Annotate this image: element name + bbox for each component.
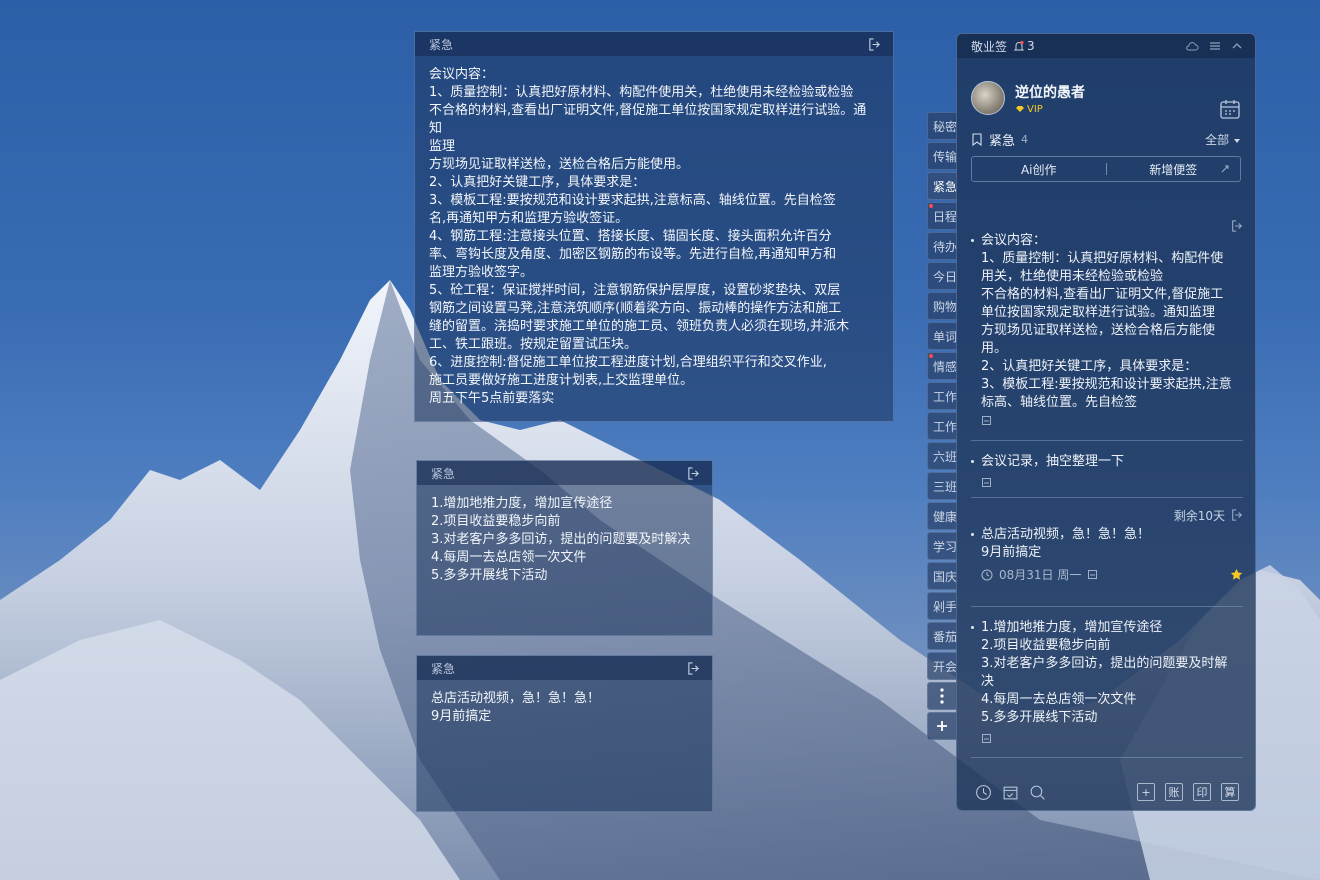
tab-5[interactable]: 今日 bbox=[927, 262, 957, 290]
tab-18[interactable]: 开会 bbox=[927, 652, 957, 680]
group-header: 紧急 4 全部 bbox=[957, 128, 1255, 150]
plus-icon[interactable] bbox=[927, 712, 957, 740]
note-content[interactable]: 会议内容： 1、质量控制：认真把好原材料、构配件使用关，杜绝使用未经检验或检验 … bbox=[415, 56, 893, 418]
menu-icon[interactable] bbox=[1209, 40, 1221, 52]
exit-icon[interactable] bbox=[1231, 220, 1243, 232]
avatar[interactable] bbox=[971, 81, 1005, 115]
exit-icon[interactable] bbox=[687, 661, 700, 675]
group-count: 4 bbox=[1021, 132, 1029, 146]
tab-13[interactable]: 健康 bbox=[927, 502, 957, 530]
remaining-days: 剩余10天 bbox=[1173, 508, 1225, 523]
doc-icon[interactable] bbox=[981, 733, 992, 744]
caret-down-icon bbox=[1234, 138, 1240, 143]
exit-icon[interactable] bbox=[687, 466, 700, 480]
vip-badge[interactable]: VIP bbox=[1015, 104, 1085, 115]
username[interactable]: 逆位的愚者 bbox=[1015, 82, 1085, 102]
category-tabs: 秘密 传输 紧急 日程 待办 今日 购物 单词 情感 工作 工作 六班 三班 健康 学习 国庆 剁手 番茄 开会 bbox=[927, 112, 957, 742]
clock-icon bbox=[981, 569, 993, 580]
tab-11[interactable]: 六班 bbox=[927, 442, 957, 470]
notification-count: 3 bbox=[1027, 39, 1035, 53]
app-panel: 敬业签 3 逆位的愚者 VIP 紧急 4 全部 Ai创作 新增便签 会议内容： … bbox=[956, 33, 1256, 811]
note-content[interactable]: 1.增加地推力度，增加宣传途径 2.项目收益要稳步向前 3.对老客户多多回访，提… bbox=[417, 485, 712, 595]
tab-4[interactable]: 待办 bbox=[927, 232, 957, 260]
note-category: 紧急 bbox=[431, 466, 456, 481]
note-header[interactable]: 紧急 bbox=[415, 32, 893, 56]
sticky-note[interactable]: 紧急 1.增加地推力度，增加宣传途径 2.项目收益要稳步向前 3.对老客户多多回… bbox=[416, 460, 713, 636]
search-icon[interactable] bbox=[1029, 784, 1046, 801]
note-category: 紧急 bbox=[429, 37, 454, 52]
note-header[interactable]: 紧急 bbox=[417, 461, 712, 485]
note-header[interactable]: 紧急 bbox=[417, 656, 712, 680]
item-text: 会议记录，抽空整理一下 bbox=[971, 453, 1243, 471]
action-bar: Ai创作 新增便签 bbox=[971, 156, 1241, 182]
exit-icon[interactable] bbox=[1231, 509, 1243, 521]
note-category: 紧急 bbox=[431, 661, 456, 676]
notification-button[interactable]: 3 bbox=[1013, 39, 1035, 53]
calendar-icon[interactable] bbox=[1219, 98, 1241, 120]
footer-tool-2[interactable]: 印 bbox=[1193, 783, 1211, 801]
item-text: 会议内容： 1、质量控制：认真把好原材料、构配件使 用关，杜绝使用未经检验或检验… bbox=[971, 232, 1243, 407]
exit-icon[interactable] bbox=[868, 37, 881, 51]
title-bar[interactable]: 敬业签 3 bbox=[957, 34, 1255, 58]
doc-icon[interactable] bbox=[981, 415, 992, 426]
list-item[interactable]: 剩余10天 总店活动视频，急！急！急！ 9月前搞定 08月31日 周一 bbox=[957, 498, 1255, 606]
group-name[interactable]: 紧急 bbox=[989, 130, 1015, 149]
cloud-sync-icon[interactable] bbox=[1185, 40, 1199, 52]
tab-6[interactable]: 购物 bbox=[927, 292, 957, 320]
note-list: 会议内容： 1、质量控制：认真把好原材料、构配件使 用关，杜绝使用未经检验或检验… bbox=[957, 220, 1255, 758]
tab-9[interactable]: 工作 bbox=[927, 382, 957, 410]
collapse-icon[interactable] bbox=[1231, 40, 1243, 52]
tab-14[interactable]: 学习 bbox=[927, 532, 957, 560]
diamond-icon bbox=[1016, 106, 1024, 112]
app-name: 敬业签 bbox=[971, 39, 1008, 54]
star-icon[interactable] bbox=[1230, 568, 1243, 581]
more-vertical-icon[interactable] bbox=[927, 682, 957, 710]
tab-16[interactable]: 剁手 bbox=[927, 592, 957, 620]
tab-10[interactable]: 工作 bbox=[927, 412, 957, 440]
divider bbox=[971, 757, 1243, 758]
footer-tool-1[interactable]: 账 bbox=[1165, 783, 1183, 801]
new-note-label: 新增便签 bbox=[1149, 162, 1198, 177]
bell-icon bbox=[1013, 40, 1025, 51]
tab-8[interactable]: 情感 bbox=[927, 352, 957, 380]
sticky-note[interactable]: 紧急 总店活动视频，急！急！急！ 9月前搞定 bbox=[416, 655, 713, 812]
clock-icon[interactable] bbox=[975, 784, 992, 801]
footer-tool-3[interactable]: 算 bbox=[1221, 783, 1239, 801]
tab-0[interactable]: 秘密 bbox=[927, 112, 957, 140]
tab-1[interactable]: 传输 bbox=[927, 142, 957, 170]
user-header: 逆位的愚者 VIP bbox=[957, 58, 1255, 128]
item-text: 1.增加地推力度，增加宣传途径 2.项目收益要稳步向前 3.对老客户多多回访，提… bbox=[971, 619, 1243, 727]
item-date: 08月31日 周一 bbox=[999, 568, 1082, 582]
note-content[interactable]: 总店活动视频，急！急！急！ 9月前搞定 bbox=[417, 680, 712, 736]
filter-label: 全部 bbox=[1205, 132, 1230, 147]
footer-tool-0[interactable]: + bbox=[1137, 783, 1155, 801]
list-item[interactable]: 会议内容： 1、质量控制：认真把好原材料、构配件使 用关，杜绝使用未经检验或检验… bbox=[957, 220, 1255, 440]
tab-12[interactable]: 三班 bbox=[927, 472, 957, 500]
tab-17[interactable]: 番茄 bbox=[927, 622, 957, 650]
calendar-check-icon[interactable] bbox=[1002, 784, 1019, 801]
panel-footer: + 账印算 bbox=[957, 774, 1255, 810]
bookmark-icon bbox=[972, 132, 982, 146]
tab-2[interactable]: 紧急 bbox=[927, 172, 957, 200]
list-item[interactable]: 会议记录，抽空整理一下 bbox=[957, 441, 1255, 497]
vip-label: VIP bbox=[1027, 103, 1043, 115]
doc-icon[interactable] bbox=[1087, 569, 1098, 580]
tab-15[interactable]: 国庆 bbox=[927, 562, 957, 590]
tab-3[interactable]: 日程 bbox=[927, 202, 957, 230]
item-text: 总店活动视频，急！急！急！ 9月前搞定 bbox=[971, 526, 1243, 562]
filter-dropdown[interactable]: 全部 bbox=[1205, 131, 1241, 148]
sticky-note[interactable]: 紧急 会议内容： 1、质量控制：认真把好原材料、构配件使用关，杜绝使用未经检验或… bbox=[414, 31, 894, 422]
new-note-button[interactable]: 新增便签 bbox=[1107, 161, 1241, 178]
expand-icon bbox=[1221, 165, 1229, 172]
tab-7[interactable]: 单词 bbox=[927, 322, 957, 350]
item-meta: 08月31日 周一 bbox=[971, 566, 1098, 583]
ai-create-button[interactable]: Ai创作 bbox=[972, 161, 1106, 178]
doc-icon[interactable] bbox=[981, 477, 992, 488]
list-item[interactable]: 1.增加地推力度，增加宣传途径 2.项目收益要稳步向前 3.对老客户多多回访，提… bbox=[957, 607, 1255, 757]
